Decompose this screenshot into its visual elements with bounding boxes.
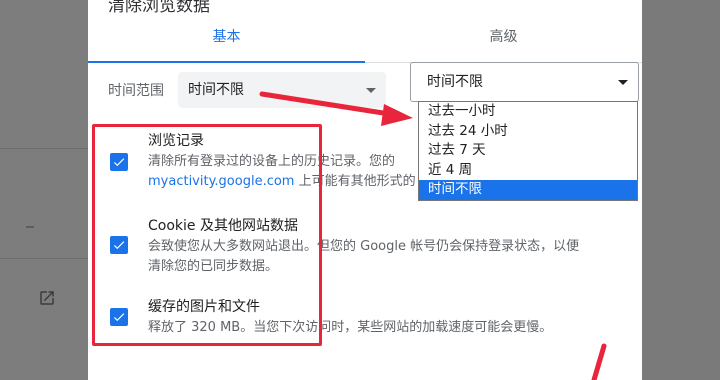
annotation-arrow-head xyxy=(381,104,413,126)
annotation-arrow-line xyxy=(259,91,399,118)
annotation-arrows xyxy=(259,91,607,380)
annotation-arrow-line xyxy=(591,343,607,380)
